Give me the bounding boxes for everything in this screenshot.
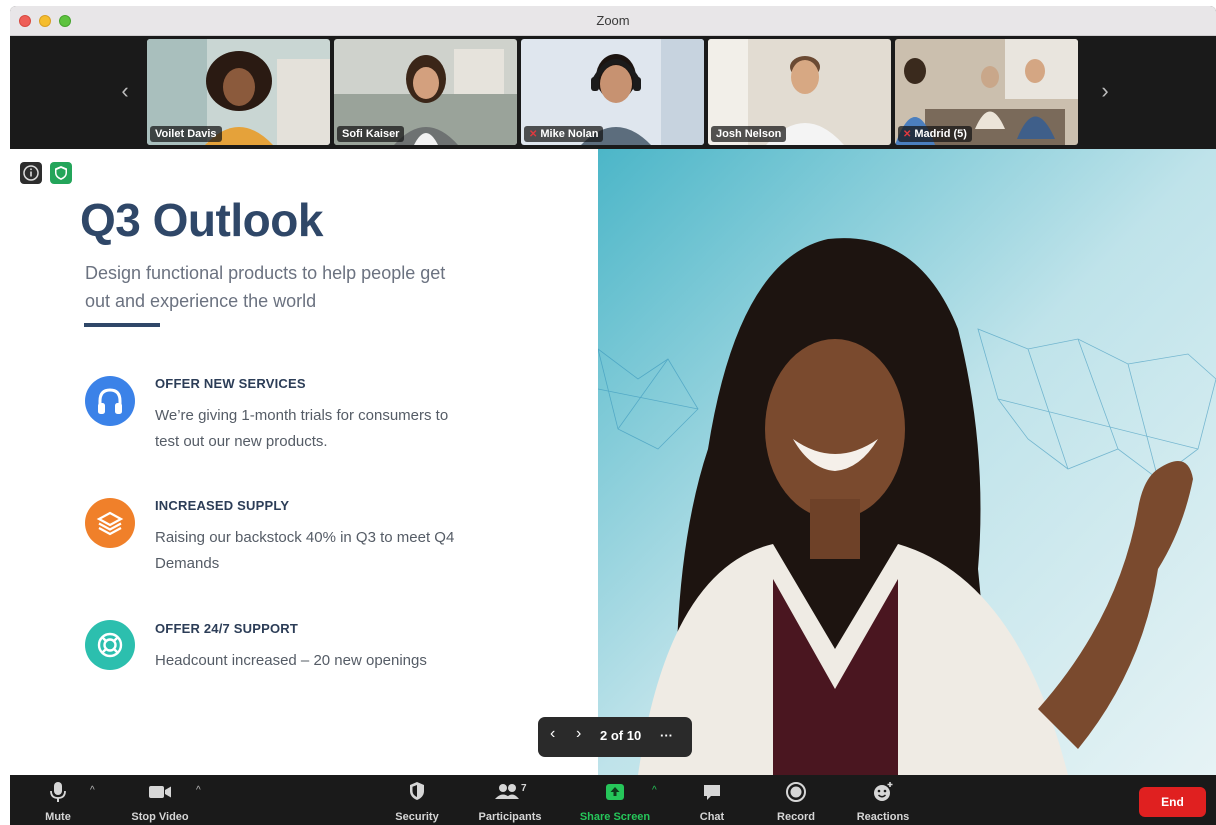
feature-body: We’re giving 1-month trials for consumer… (155, 407, 449, 450)
speaker-video-frame (598, 149, 1216, 775)
next-slide-button[interactable]: › (576, 725, 581, 743)
zoom-window: Zoom ‹ Voilet Davis Sofi Kaiser ✕ Mike N… (10, 6, 1216, 825)
gallery-prev-button[interactable]: ‹ (115, 76, 135, 106)
participant-tile[interactable]: Voilet Davis (147, 39, 330, 145)
share-screen-button[interactable]: Share Screen (572, 779, 658, 823)
share-screen-icon (606, 784, 624, 800)
participant-name: Sofi Kaiser (337, 126, 405, 142)
participants-icon: 7 (495, 783, 527, 799)
record-button[interactable]: Record (772, 779, 820, 823)
security-shield-icon (410, 782, 424, 800)
microphone-icon (50, 782, 66, 802)
participant-tile[interactable]: ✕ Mike Nolan (521, 39, 704, 145)
video-options-caret[interactable]: ^ (196, 785, 201, 796)
security-button[interactable]: Security (390, 779, 444, 823)
feature-body: Raising our backstock 40% in Q3 to meet … (155, 529, 455, 572)
slide-subtitle: Design functional products to help peopl… (85, 263, 446, 311)
feature-heading: OFFER 24/7 SUPPORT (155, 621, 299, 636)
slide-page-indicator: 2 of 10 (600, 728, 642, 743)
muted-mic-icon: ✕ (529, 129, 538, 140)
slide-navigation: ‹ › 2 of 10 ··· (538, 717, 692, 757)
previous-slide-button[interactable]: ‹ (550, 725, 555, 743)
stop-video-button[interactable]: Stop Video (120, 779, 200, 823)
shared-slide: Q3 Outlook Design functional products to… (10, 149, 598, 775)
participant-gallery: ‹ Voilet Davis Sofi Kaiser ✕ Mike Nolan … (10, 36, 1216, 149)
slide-divider (84, 323, 160, 327)
participant-count: 7 (521, 783, 527, 794)
participant-name: Josh Nelson (711, 126, 787, 142)
end-meeting-button[interactable]: End (1139, 787, 1206, 817)
layers-icon (85, 498, 135, 548)
headphones-icon (85, 376, 135, 426)
info-icon[interactable] (20, 162, 42, 184)
active-speaker-video (598, 149, 1216, 775)
participant-tile[interactable]: Sofi Kaiser (334, 39, 517, 145)
lifebuoy-icon (85, 620, 135, 670)
window-title: Zoom (596, 13, 630, 28)
participant-tile[interactable]: ✕ Madrid (5) (895, 39, 1078, 145)
slide-title: Q3 Outlook (80, 194, 323, 246)
video-camera-icon (149, 786, 171, 798)
audio-options-caret[interactable]: ^ (90, 785, 95, 796)
mute-button[interactable]: Mute (38, 779, 78, 823)
record-icon (786, 782, 806, 802)
title-bar: Zoom (10, 6, 1216, 36)
feature-body: Headcount increased – 20 new openings (155, 652, 427, 669)
main-stage: Q3 Outlook Design functional products to… (10, 149, 1216, 775)
share-options-caret[interactable]: ^ (652, 785, 657, 796)
gallery-next-button[interactable]: › (1095, 76, 1115, 106)
slide-more-button[interactable]: ··· (660, 728, 673, 743)
feature-heading: INCREASED SUPPLY (155, 498, 290, 513)
muted-mic-icon: ✕ (903, 129, 912, 140)
participant-tile[interactable]: Josh Nelson (708, 39, 891, 145)
reactions-smiley-icon (874, 782, 893, 801)
participant-name: Voilet Davis (150, 126, 222, 142)
participant-name: ✕ Madrid (5) (898, 126, 972, 142)
meeting-toolbar: Mute ^ Stop Video ^ Security 7 Participa… (10, 775, 1216, 825)
participants-button[interactable]: 7 Participants (472, 779, 548, 823)
feature-heading: OFFER NEW SERVICES (155, 376, 306, 391)
chat-button[interactable]: Chat (692, 779, 732, 823)
encryption-shield-icon[interactable] (50, 162, 72, 184)
participant-name: ✕ Mike Nolan (524, 126, 604, 142)
chat-bubble-icon (704, 785, 720, 800)
reactions-button[interactable]: Reactions (850, 779, 916, 823)
